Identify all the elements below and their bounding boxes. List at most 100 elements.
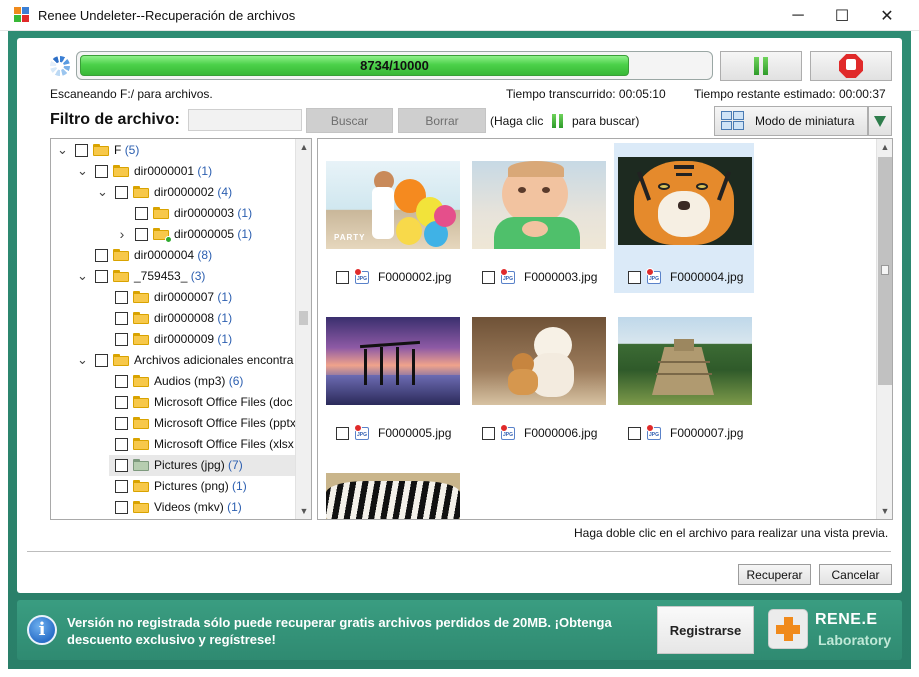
- file-checkbox[interactable]: [336, 427, 349, 440]
- recover-button[interactable]: Recuperar: [738, 564, 811, 585]
- tree-checkbox[interactable]: [115, 375, 128, 388]
- file-thumbnail[interactable]: [326, 317, 460, 405]
- pause-button[interactable]: [720, 51, 802, 81]
- tree-checkbox[interactable]: [115, 333, 128, 346]
- tree-checkbox[interactable]: [135, 207, 148, 220]
- clear-button[interactable]: Borrar: [398, 108, 486, 133]
- tree-item[interactable]: ⌄ _759453_ (3): [51, 266, 297, 287]
- folder-tree[interactable]: ⌄ F (5) ⌄ dir0000001 (1) ⌄ dir0000002 (4) dir0…: [50, 138, 312, 520]
- file-name: F0000004.jpg: [670, 270, 744, 284]
- tree-item[interactable]: ⌄ Archivos adicionales encontra: [51, 350, 297, 371]
- register-button[interactable]: Registrarse: [657, 606, 754, 654]
- tree-item-label: Microsoft Office Files (doc: [154, 395, 292, 409]
- registration-message: Versión no registrada sólo puede recuper…: [67, 615, 612, 647]
- view-mode-label: Modo de miniatura: [755, 114, 855, 128]
- close-button[interactable]: ✕: [864, 0, 910, 31]
- tree-scroll-thumb[interactable]: [299, 311, 308, 325]
- file-tile[interactable]: JPG F0000004.jpg: [614, 143, 754, 293]
- chevron-down-icon[interactable]: ⌄: [77, 269, 88, 282]
- file-checkbox[interactable]: [482, 427, 495, 440]
- file-tile[interactable]: [322, 459, 462, 519]
- file-thumbnail[interactable]: PARTY: [326, 161, 460, 249]
- grid-scroll-down-arrow-icon[interactable]: ▼: [877, 503, 892, 519]
- tree-checkbox[interactable]: [75, 144, 88, 157]
- file-thumbnail[interactable]: [326, 473, 460, 519]
- tree-checkbox[interactable]: [95, 354, 108, 367]
- tree-checkbox[interactable]: [95, 165, 108, 178]
- tree-item[interactable]: dir0000007 (1): [51, 287, 297, 308]
- tree-item[interactable]: Microsoft Office Files (pptx: [51, 413, 297, 434]
- tree-checkbox[interactable]: [95, 270, 108, 283]
- minimize-button[interactable]: ─: [775, 0, 821, 31]
- tree-item-label: _759453_ (3): [134, 269, 205, 283]
- folder-icon: [133, 480, 149, 492]
- file-checkbox[interactable]: [336, 271, 349, 284]
- tree-item[interactable]: Pictures (jpg) (7): [109, 455, 297, 476]
- tree-item-name: dir0000003: [174, 206, 235, 220]
- tree-checkbox[interactable]: [115, 312, 128, 325]
- tree-checkbox[interactable]: [115, 396, 128, 409]
- grid-scrollbar[interactable]: ▲ ▼: [876, 139, 892, 519]
- tree-scrollbar[interactable]: ▲ ▼: [295, 139, 311, 519]
- tree-checkbox[interactable]: [115, 438, 128, 451]
- tree-item[interactable]: ⌄ dir0000002 (4): [51, 182, 297, 203]
- filter-input[interactable]: [188, 109, 302, 131]
- tree-item-name: Microsoft Office Files (doc: [154, 395, 293, 409]
- tree-item[interactable]: ⌄ dir0000001 (1): [51, 161, 297, 182]
- file-thumbnail[interactable]: [472, 317, 606, 405]
- chevron-right-icon[interactable]: ›: [117, 227, 127, 241]
- stop-button[interactable]: [810, 51, 892, 81]
- file-thumbnail[interactable]: [618, 157, 752, 245]
- chevron-down-icon[interactable]: ⌄: [57, 143, 68, 156]
- tree-checkbox[interactable]: [135, 228, 148, 241]
- tree-item[interactable]: Microsoft Office Files (doc: [51, 392, 297, 413]
- tree-item-label: dir0000007 (1): [154, 290, 232, 304]
- file-checkbox[interactable]: [628, 427, 641, 440]
- chevron-down-icon[interactable]: ⌄: [97, 185, 108, 198]
- renee-logo-icon: [768, 609, 808, 649]
- tree-item[interactable]: Audios (mp3) (6): [51, 371, 297, 392]
- file-thumbnail[interactable]: [618, 317, 752, 405]
- tree-item-count: (1): [237, 206, 253, 220]
- search-button[interactable]: Buscar: [306, 108, 393, 133]
- scroll-up-arrow-icon[interactable]: ▲: [296, 139, 311, 155]
- filter-label: Filtro de archivo:: [50, 111, 180, 128]
- cancel-button[interactable]: Cancelar: [819, 564, 892, 585]
- tree-checkbox[interactable]: [115, 480, 128, 493]
- tree-checkbox[interactable]: [115, 291, 128, 304]
- tree-item[interactable]: dir0000003 (1): [51, 203, 297, 224]
- tree-checkbox[interactable]: [115, 501, 128, 514]
- view-mode-button[interactable]: Modo de miniatura: [714, 106, 868, 136]
- chevron-down-icon[interactable]: ⌄: [77, 164, 88, 177]
- tree-item[interactable]: dir0000004 (8): [51, 245, 297, 266]
- tree-checkbox[interactable]: [95, 249, 108, 262]
- tree-checkbox[interactable]: [115, 459, 128, 472]
- tree-checkbox[interactable]: [115, 417, 128, 430]
- tree-item[interactable]: Pictures (png) (1): [51, 476, 297, 497]
- tree-item[interactable]: › dir0000005 (1): [51, 224, 297, 245]
- tree-item-label: dir0000004 (8): [134, 248, 212, 262]
- tree-item[interactable]: Videos (mkv) (1): [51, 497, 297, 518]
- tree-item[interactable]: dir0000008 (1): [51, 308, 297, 329]
- file-tile[interactable]: JPG F0000007.jpg: [614, 303, 754, 453]
- file-thumbnail[interactable]: [472, 161, 606, 249]
- tree-item-name: dir0000004: [134, 248, 195, 262]
- file-tile[interactable]: JPG F0000006.jpg: [468, 303, 608, 453]
- chevron-down-icon[interactable]: ⌄: [77, 353, 88, 366]
- file-tile[interactable]: PARTY JPG F0000002.jpg: [322, 147, 462, 297]
- tree-item[interactable]: Microsoft Office Files (xlsx: [51, 434, 297, 455]
- grid-scroll-up-arrow-icon[interactable]: ▲: [877, 139, 892, 155]
- scroll-down-arrow-icon[interactable]: ▼: [296, 503, 311, 519]
- tree-checkbox[interactable]: [115, 186, 128, 199]
- tree-item[interactable]: ⌄ F (5): [51, 140, 297, 161]
- file-row: JPG F0000002.jpg: [332, 268, 462, 285]
- view-mode-dropdown[interactable]: [868, 106, 892, 136]
- file-checkbox[interactable]: [628, 271, 641, 284]
- folder-icon: [133, 396, 149, 408]
- file-checkbox[interactable]: [482, 271, 495, 284]
- tree-item[interactable]: dir0000009 (1): [51, 329, 297, 350]
- thumbnail-grid[interactable]: PARTY JPG F0000002.jpg JPG F0000003.jpg JPG F0…: [317, 138, 893, 520]
- maximize-button[interactable]: ☐: [819, 0, 865, 31]
- file-tile[interactable]: JPG F0000005.jpg: [322, 303, 462, 453]
- file-tile[interactable]: JPG F0000003.jpg: [468, 147, 608, 297]
